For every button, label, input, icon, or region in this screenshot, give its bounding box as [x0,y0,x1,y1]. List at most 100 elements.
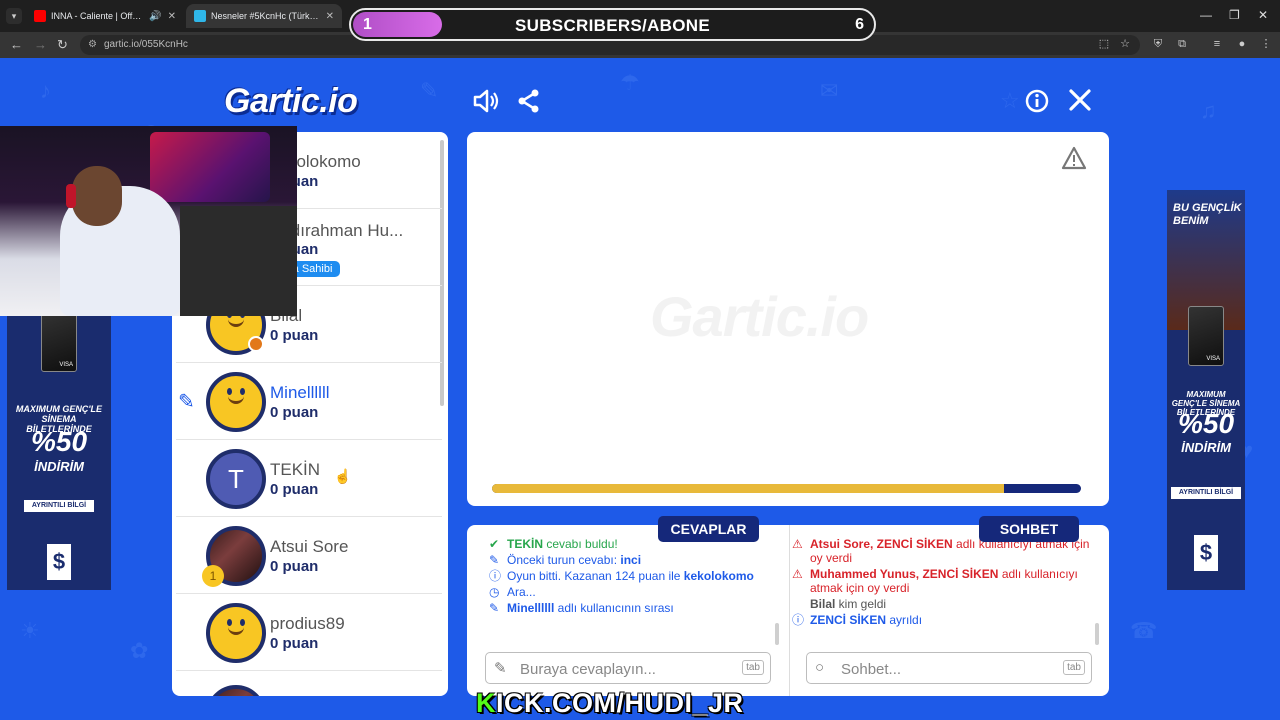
doodle-icon: ✿ [130,638,149,663]
media-icon[interactable]: ≡ [1210,37,1224,51]
chat-scrollbar[interactable] [1095,623,1099,645]
speaker-icon[interactable]: 🔊 [149,11,161,22]
youtube-favicon-icon [34,10,46,22]
player-avatar [206,603,266,663]
ad-discount: İNDİRİM [34,459,84,474]
avatar-eye [227,619,232,626]
tab-key-hint: tab [1063,660,1085,675]
tab-chat[interactable]: SOHBET [979,516,1079,542]
check-icon: ✔ [489,537,500,551]
answers-messages: ✔ TEKİN cevabı buldu! ✎ Önceki turun cevab… [487,537,775,649]
player-score: 0 puan [270,558,319,575]
tab-label: INNA - Caliente | Official M [51,11,143,21]
left-ad-banner[interactable]: VISA MAXIMUM GENÇ'LE SİNEMA BİLETLERİNDE… [7,300,111,590]
install-icon[interactable]: ⬚ [1097,37,1111,51]
bookmark-star-icon[interactable]: ☆ [1118,37,1132,51]
player-row[interactable]: 1 Atsui Sore 0 puan [176,517,442,594]
tab-key-hint: tab [742,660,764,675]
card-brand: VISA [1206,356,1220,362]
tab-answers[interactable]: CEVAPLAR [658,516,759,542]
site-info-icon[interactable]: ⚙ [88,35,97,55]
player-row[interactable]: prodius89 0 puan [176,594,442,671]
answer-input-box[interactable]: ✎ tab [485,652,771,684]
right-ad-banner[interactable]: BU GENÇLİK BENİM VISA MAXIMUM GENÇ'LE Sİ… [1167,190,1245,590]
browser-tab-gartic[interactable]: Nesneler #5KcnHc (Türkçe) - G ✕ [186,4,342,28]
maximize-icon[interactable]: ❐ [1229,8,1240,22]
player-name: Minellllll [270,383,330,402]
ad-more-button[interactable]: AYRINTILI BİLGİ [1171,487,1241,499]
pencil-icon: ✎ [494,660,507,677]
doodle-icon: ✎ [420,78,439,103]
gartic-logo[interactable]: Gartic.io [224,82,358,121]
answer-input[interactable] [518,657,728,681]
subscriber-goal: 6 [855,16,864,33]
warning-icon: ⚠ [792,537,803,551]
sound-icon[interactable] [471,88,501,118]
close-icon[interactable] [1065,88,1095,118]
report-warning-icon[interactable] [1061,146,1087,176]
forward-icon[interactable]: → [34,37,47,52]
avatar-letter: T [228,464,244,494]
player-row[interactable]: ✎ Minellllll 0 puan [176,363,442,440]
ad-title: BU GENÇLİK BENİM [1173,202,1242,227]
kick-url: ICK.COM/HUDI_JR [496,688,744,718]
tab-label: Nesneler #5KcnHc (Türkçe) - G [211,11,320,21]
reload-icon[interactable]: ↻ [57,37,68,53]
back-icon[interactable]: ← [10,37,23,52]
share-icon[interactable] [514,88,544,118]
window-close-icon[interactable]: ✕ [1258,8,1268,22]
logo-text: Gartic.io [224,82,358,120]
shield-icon[interactable]: ⛨ [1151,37,1165,51]
drawing-canvas[interactable]: Gartic.io [467,132,1109,506]
pencil-icon: ✎ [489,601,500,615]
player-score: 0 puan [270,327,319,344]
answer-message: ✎ Minellllll adlı kullanıcının sırası [489,601,674,615]
status-dot-icon [248,336,264,352]
bank-logo-icon: $ [47,544,71,580]
mouse-cursor-icon: ☝ [334,468,352,484]
doodle-icon: ☎ [1130,618,1158,643]
menu-icon[interactable]: ⋮ [1259,37,1273,51]
subscriber-title: SUBSCRIBERS/ABONE [515,16,710,35]
webcam-neon-poster [150,132,270,202]
answer-message: ✎ Önceki turun cevabı: inci [489,553,642,567]
ad-more-button[interactable]: AYRINTILI BİLGİ [24,500,94,512]
chat-input[interactable] [839,657,1049,681]
minimize-icon[interactable]: — [1200,8,1212,22]
doodle-icon: ☂ [620,70,640,95]
doodle-icon: ☆ [1000,88,1020,113]
chat-message: Bilal kim geldi [810,597,887,611]
avatar-eye [240,388,245,395]
headphones-icon [66,184,76,208]
bank-logo-icon: $ [1194,535,1218,571]
player-row[interactable] [176,671,442,696]
tab-close-icon[interactable]: ✕ [168,11,176,22]
avatar-mouth [228,396,244,404]
player-score: 0 puan [270,635,319,652]
credit-card-image: VISA [1188,306,1224,366]
webcam-streamer-head [72,166,122,226]
round-timer-bar [492,484,1081,493]
info-icon[interactable] [1022,88,1052,118]
player-name: TEKİN [270,460,321,479]
tab-close-icon[interactable]: ✕ [326,11,334,22]
extensions-icon[interactable]: ⧉ [1175,37,1189,51]
webcam-wall [180,206,297,316]
answer-message: ◷ Ara... [489,585,536,599]
answers-scrollbar[interactable] [775,623,779,645]
player-row[interactable]: T TEKİN 0 puan ☝ [176,440,442,517]
profile-avatar[interactable]: ● [1235,37,1249,51]
player-score: 0 puan [270,404,319,421]
player-name: prodius89 [270,614,345,633]
tab-search-icon[interactable]: ▾ [6,8,22,24]
browser-tab-youtube[interactable]: INNA - Caliente | Official M 🔊 ✕ [26,4,184,28]
kick-letter: K [476,688,496,718]
pencil-icon: ✎ [489,553,500,567]
info-icon: ⓘ [489,569,502,583]
chat-message: ⚠ Muhammed Yunus, ZENCİ SİKEN adlı kullan… [792,567,1078,595]
chat-input-box[interactable]: ○ tab [806,652,1092,684]
doodle-icon: ♪ [40,78,51,103]
avatar-mouth [228,319,244,327]
doodle-icon: ✉ [820,78,839,103]
answer-message: ⓘ Oyun bitti. Kazanan 124 puan ile kekolo… [489,569,754,583]
